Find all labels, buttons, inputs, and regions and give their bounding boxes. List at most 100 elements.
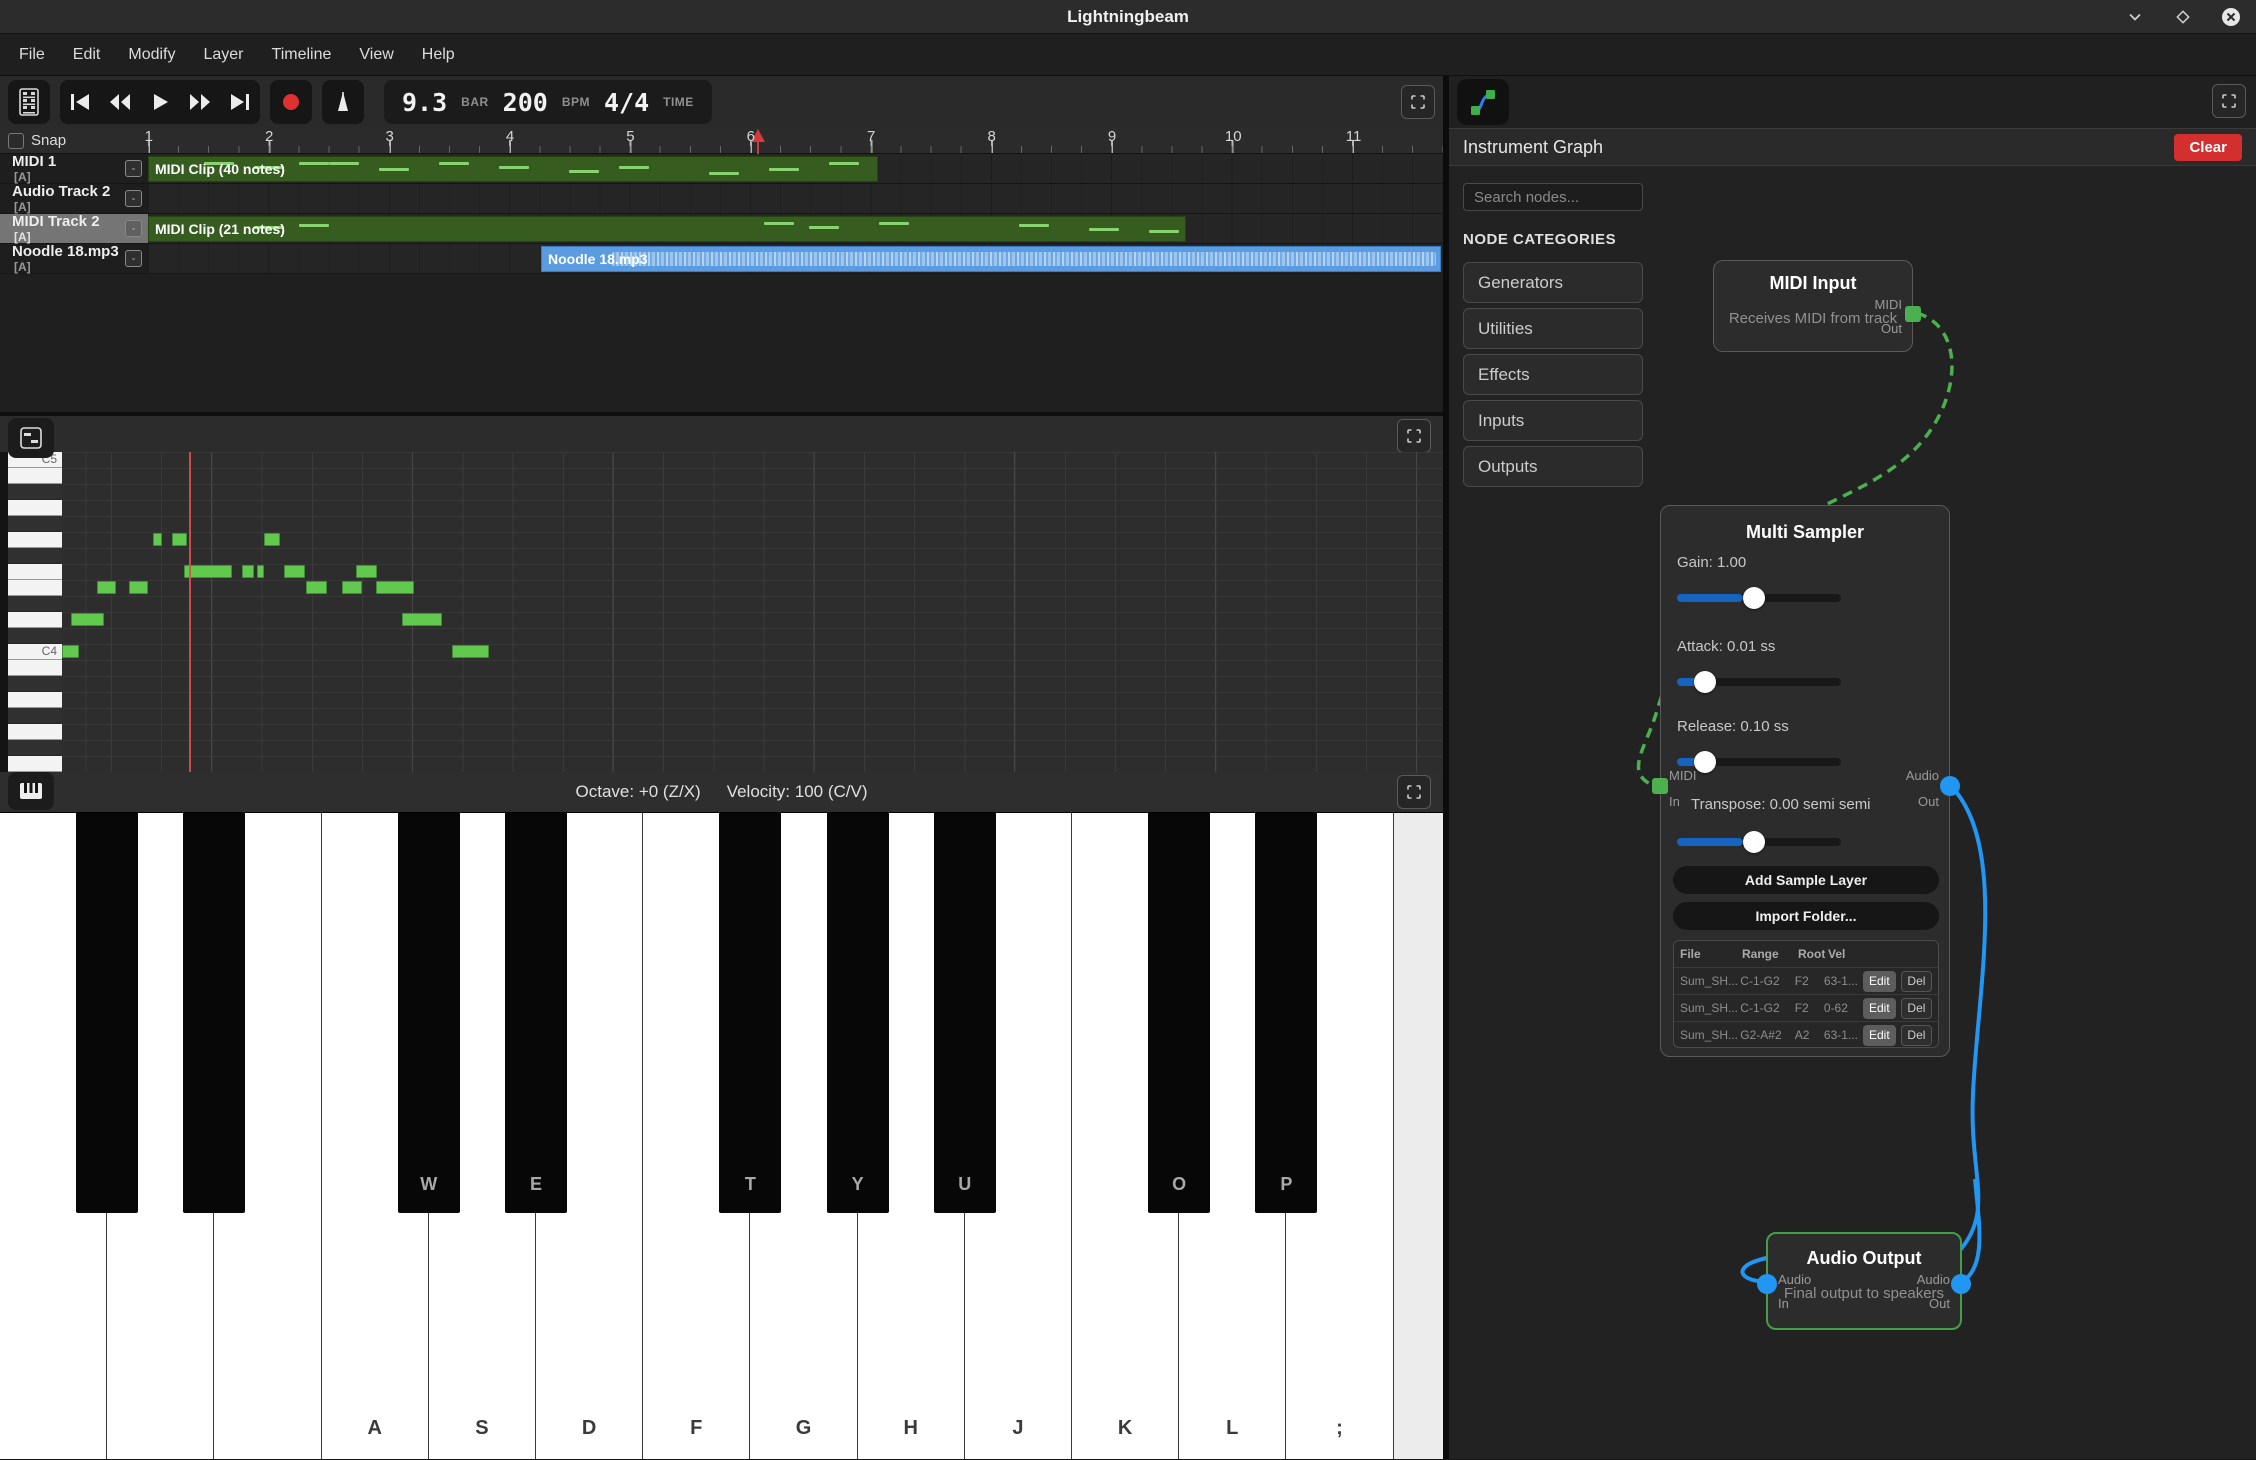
category-utilities[interactable]: Utilities xyxy=(1463,308,1643,349)
node-panel-fullscreen-icon[interactable] xyxy=(2212,84,2246,118)
track-header-noodle-18-mp3[interactable]: Noodle 18.mp3[A]- xyxy=(0,244,148,273)
piano-roll-white-key[interactable] xyxy=(8,580,62,596)
piano-roll-key-strip[interactable]: C5C4 xyxy=(8,452,62,772)
menu-item-modify[interactable]: Modify xyxy=(115,40,188,70)
midi-note[interactable] xyxy=(62,645,79,658)
black-key[interactable] xyxy=(183,813,245,1213)
piano-roll-white-key[interactable] xyxy=(8,532,62,548)
track-lane[interactable] xyxy=(148,184,1443,213)
midi-note[interactable] xyxy=(342,581,362,594)
piano-roll-black-key[interactable] xyxy=(8,596,62,612)
midi-note[interactable] xyxy=(257,565,264,578)
piano-roll-black-key[interactable] xyxy=(8,548,62,564)
menu-item-help[interactable]: Help xyxy=(409,40,468,70)
edit-button[interactable]: Edit xyxy=(1863,971,1896,992)
midi-note[interactable] xyxy=(376,581,414,594)
attack-slider[interactable] xyxy=(1677,678,1841,686)
piano-roll-grid[interactable] xyxy=(62,452,1443,772)
piano-roll-black-key[interactable] xyxy=(8,708,62,724)
midi-note[interactable] xyxy=(284,565,305,578)
film-icon[interactable] xyxy=(8,80,50,124)
black-key-Y[interactable]: Y xyxy=(827,813,889,1213)
track-lane[interactable]: MIDI Clip (21 notes) xyxy=(148,214,1443,243)
black-key-T[interactable]: T xyxy=(719,813,781,1213)
piano-roll-playhead[interactable] xyxy=(189,452,191,772)
clear-button[interactable]: Clear xyxy=(2174,134,2242,161)
black-key-W[interactable]: W xyxy=(398,813,460,1213)
instrument-graph-icon[interactable] xyxy=(1457,79,1509,125)
multi-sampler-node[interactable]: Multi Sampler Gain: 1.00 Attack: 0.01 ss… xyxy=(1660,505,1950,1057)
track-checkbox[interactable]: - xyxy=(125,160,142,177)
category-effects[interactable]: Effects xyxy=(1463,354,1643,395)
maximize-icon[interactable] xyxy=(2172,6,2194,28)
ruler-lane[interactable]: 1234567891011 xyxy=(148,128,1443,153)
midi-note[interactable] xyxy=(97,581,116,594)
black-key-P[interactable]: P xyxy=(1255,813,1317,1213)
sampler-midi-in-port[interactable] xyxy=(1652,778,1668,794)
add-sample-layer-button[interactable]: Add Sample Layer xyxy=(1673,866,1939,894)
minimize-icon[interactable] xyxy=(2124,6,2146,28)
close-icon[interactable] xyxy=(2220,6,2242,28)
piano-roll-fullscreen-icon[interactable] xyxy=(1397,419,1431,453)
piano-roll-white-key[interactable] xyxy=(8,564,62,580)
timeline-empty-area[interactable] xyxy=(0,274,1443,412)
piano-roll-white-key[interactable] xyxy=(8,692,62,708)
piano-roll-black-key[interactable] xyxy=(8,516,62,532)
piano-roll-white-key[interactable] xyxy=(8,756,62,772)
track-checkbox[interactable]: - xyxy=(125,190,142,207)
edit-button[interactable]: Edit xyxy=(1863,1025,1896,1046)
release-slider[interactable] xyxy=(1677,758,1841,766)
piano-roll-white-key[interactable] xyxy=(8,724,62,740)
track-header-midi-track-2[interactable]: MIDI Track 2[A]- xyxy=(0,214,148,243)
transpose-slider-thumb[interactable] xyxy=(1743,831,1765,853)
category-outputs[interactable]: Outputs xyxy=(1463,446,1643,487)
menu-item-view[interactable]: View xyxy=(346,40,406,70)
gain-slider[interactable] xyxy=(1677,594,1841,602)
piano-roll-white-key[interactable] xyxy=(8,660,62,676)
piano-roll-black-key[interactable] xyxy=(8,628,62,644)
track-lane[interactable]: MIDI Clip (40 notes) xyxy=(148,154,1443,183)
black-key-U[interactable]: U xyxy=(934,813,996,1213)
piano-roll-black-key[interactable] xyxy=(8,484,62,500)
snap-checkbox[interactable] xyxy=(8,133,24,149)
menu-item-file[interactable]: File xyxy=(6,40,58,70)
black-key-E[interactable]: E xyxy=(505,813,567,1213)
track-checkbox[interactable]: - xyxy=(125,250,142,267)
release-slider-thumb[interactable] xyxy=(1694,751,1716,773)
piano-roll-white-key[interactable]: C4 xyxy=(8,644,62,660)
midi-note[interactable] xyxy=(153,533,162,546)
transpose-slider[interactable] xyxy=(1677,838,1841,846)
midi-note[interactable] xyxy=(242,565,254,578)
track-checkbox[interactable]: - xyxy=(125,220,142,237)
node-graph-canvas[interactable]: NODE CATEGORIES GeneratorsUtilitiesEffec… xyxy=(1449,166,2256,1459)
import-folder-button[interactable]: Import Folder... xyxy=(1673,902,1939,930)
menu-item-edit[interactable]: Edit xyxy=(60,40,114,70)
midi-note[interactable] xyxy=(452,645,489,658)
fast-forward-icon[interactable] xyxy=(180,80,220,124)
black-key-O[interactable]: O xyxy=(1148,813,1210,1213)
track-header-midi-1[interactable]: MIDI 1[A]- xyxy=(0,154,148,183)
midi-note[interactable] xyxy=(184,565,232,578)
piano-roll-white-key[interactable] xyxy=(8,612,62,628)
midi-note[interactable] xyxy=(402,613,442,626)
skip-start-icon[interactable] xyxy=(60,80,100,124)
audio-output-node[interactable]: Audio Output Final output to speakers Au… xyxy=(1766,1232,1962,1330)
snap-toggle[interactable]: Snap xyxy=(8,132,66,149)
midi-note[interactable] xyxy=(172,533,187,546)
menu-item-timeline[interactable]: Timeline xyxy=(259,40,345,70)
midi-note[interactable] xyxy=(356,565,377,578)
white-key[interactable] xyxy=(1394,813,1443,1459)
keyboard-icon[interactable] xyxy=(8,772,54,810)
track-header-audio-track-2[interactable]: Audio Track 2[A]- xyxy=(0,184,148,213)
category-generators[interactable]: Generators xyxy=(1463,262,1643,303)
midi-note[interactable] xyxy=(129,581,148,594)
del-button[interactable]: Del xyxy=(1901,971,1932,992)
metronome-icon[interactable] xyxy=(322,80,364,124)
audio-output-out-port[interactable] xyxy=(1951,1274,1971,1294)
timeline-ruler[interactable]: Snap 1234567891011 xyxy=(0,128,1443,154)
menu-item-layer[interactable]: Layer xyxy=(190,40,256,70)
timeline-fullscreen-icon[interactable] xyxy=(1401,85,1435,119)
search-input[interactable] xyxy=(1463,183,1643,211)
del-button[interactable]: Del xyxy=(1901,998,1932,1019)
skip-end-icon[interactable] xyxy=(220,80,260,124)
